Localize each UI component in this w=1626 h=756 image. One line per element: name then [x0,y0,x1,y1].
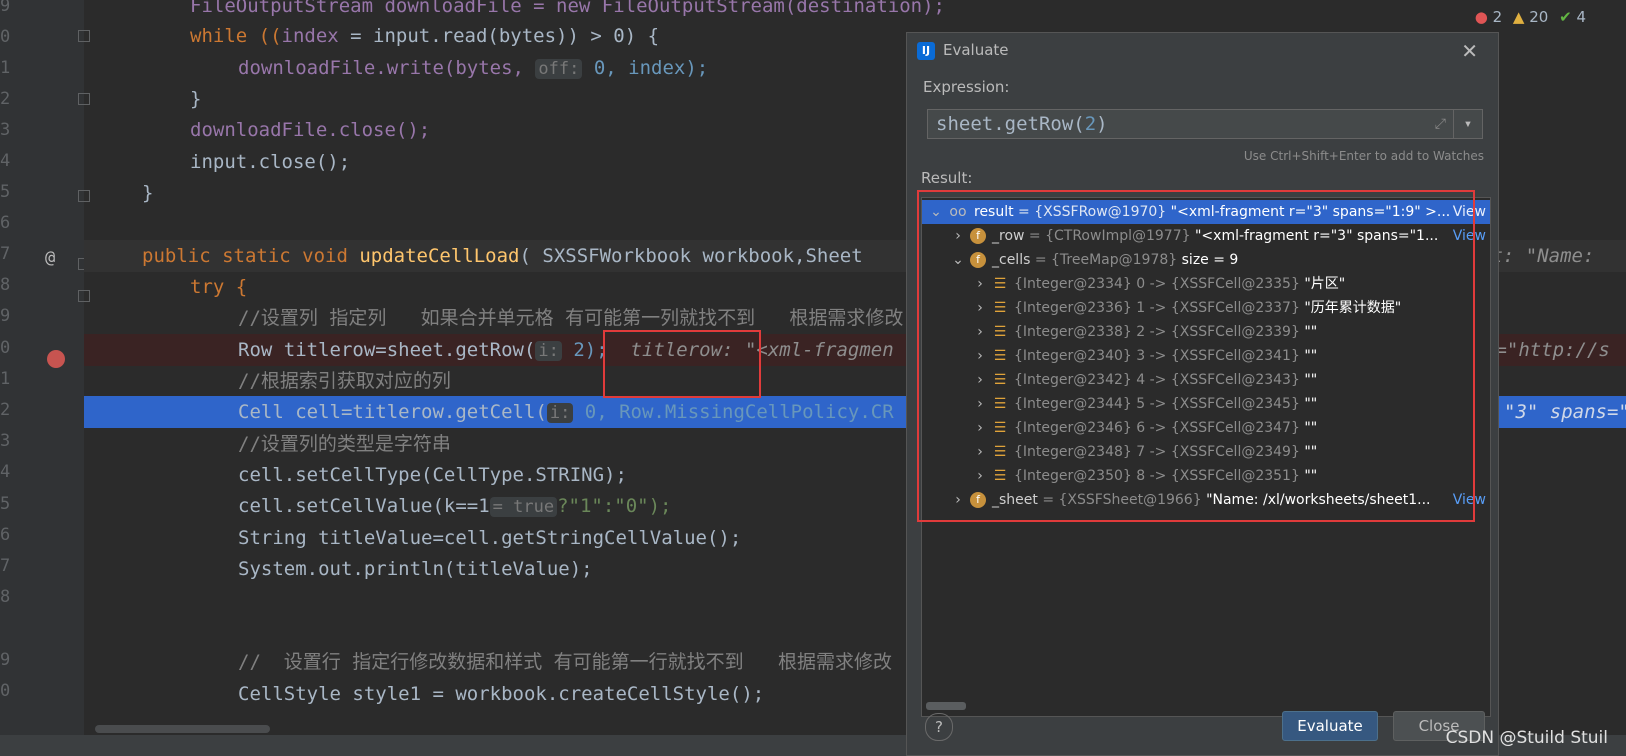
check-icon: ✔ [1559,8,1572,26]
highlight-box [917,190,1475,522]
evaluate-button[interactable]: Evaluate [1282,711,1378,741]
line-number: 2 [0,400,11,420]
dialog-title: Evaluate [943,41,1009,59]
line-number: 1 [0,58,11,78]
line-number: 0 [0,681,11,701]
tree-horizontal-scrollbar[interactable] [926,702,966,710]
watermark: CSDN @Stuild Stuil [1445,728,1608,748]
line-number: 8 [0,587,11,607]
line-number: 4 [0,151,11,171]
check-count: 4 [1576,8,1586,26]
line-number: 8 [0,275,11,295]
close-icon[interactable]: ✕ [1461,39,1478,63]
expression-label: Expression: [923,78,1010,96]
warning-count: 20 [1529,8,1549,26]
line-gutter: 9 0 1 2 3 4 5 6 7 8 9 0 1 2 3 4 5 6 7 8 … [0,0,90,756]
watches-hint: Use Ctrl+Shift+Enter to add to Watches [1243,149,1484,163]
breakpoint-icon[interactable] [47,350,65,368]
line-number: 5 [0,182,11,202]
evaluate-dialog: IJ Evaluate ✕ Expression: sheet.getRow(2)… [906,32,1499,756]
line-number: 9 [0,0,11,16]
line-number: 7 [0,244,11,264]
line-number: 1 [0,369,11,389]
chevron-down-icon[interactable]: ▾ [1453,110,1482,138]
line-number: 6 [0,213,11,233]
editor-horizontal-scrollbar[interactable] [95,725,270,733]
line-number: 9 [0,306,11,326]
line-number: 9 [0,650,11,670]
override-icon[interactable]: @ [45,248,55,268]
line-number: 5 [0,494,11,514]
line-number: 0 [0,27,11,47]
error-count: 2 [1492,8,1503,26]
expression-input[interactable]: sheet.getRow(2) ⤢ ▾ [927,109,1483,139]
line-number: 7 [0,556,11,576]
expand-icon[interactable]: ⤢ [1435,110,1446,138]
line-number: 0 [0,338,11,358]
help-button[interactable]: ? [925,713,953,741]
inspection-status[interactable]: ● 2 ▲ 20 ✔ 4 [1475,8,1586,26]
error-icon: ● [1474,8,1488,26]
line-number: 3 [0,431,11,451]
warning-icon: ▲ [1512,8,1525,26]
dialog-title-bar: IJ Evaluate [917,41,1009,60]
line-number: 3 [0,120,11,140]
line-number: 6 [0,525,11,545]
line-number: 2 [0,89,11,109]
line-number: 4 [0,462,11,482]
highlight-box [603,330,761,398]
result-label: Result: [921,169,973,187]
intellij-icon: IJ [917,41,935,60]
code-line: FileOutputStream downloadFile = new File… [190,0,945,17]
